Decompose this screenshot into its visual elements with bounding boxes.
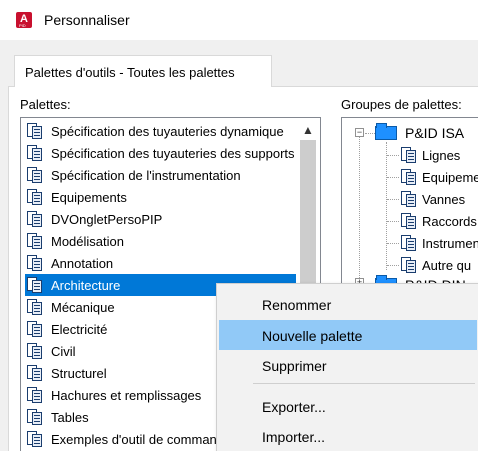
folder-icon xyxy=(375,123,397,140)
tree-connector xyxy=(359,132,360,282)
tool-palette-icon xyxy=(25,276,45,294)
palette-list-item[interactable]: DVOngletPersoPIP xyxy=(25,208,296,230)
palette-name: Spécification de l'instrumentation xyxy=(51,167,241,183)
palette-name: DVOngletPersoPIP xyxy=(51,211,163,227)
tree-palette-item[interactable]: Raccords xyxy=(422,214,477,229)
tab-tool-palettes[interactable]: Palettes d'outils - Toutes les palettes xyxy=(14,55,272,87)
menu-item-import[interactable]: Importer... xyxy=(219,421,477,451)
tree-palette-item[interactable]: Equipements xyxy=(422,170,478,185)
palette-name: Exemples d'outil de commande xyxy=(51,431,232,447)
tool-palette-icon xyxy=(25,144,45,162)
palette-list-item[interactable]: Equipements xyxy=(25,186,296,208)
tool-palette-icon xyxy=(399,256,419,274)
tree-palette-item[interactable]: Instruments xyxy=(422,236,478,251)
tool-palette-icon xyxy=(25,386,45,404)
tree-palette-item[interactable]: Lignes xyxy=(422,148,460,163)
menu-item-export[interactable]: Exporter... xyxy=(219,391,477,421)
palette-name: Equipements xyxy=(51,189,127,205)
palettes-label: Palettes: xyxy=(20,97,71,112)
tool-palette-icon xyxy=(25,122,45,140)
menu-item-delete[interactable]: Supprimer xyxy=(219,350,477,380)
palette-name: Electricité xyxy=(51,321,108,337)
palette-list-item[interactable]: Spécification des tuyauteries dynamique xyxy=(25,120,296,142)
tool-palette-icon xyxy=(399,212,419,230)
palette-name: Modélisation xyxy=(51,233,124,249)
tree-connector xyxy=(387,155,399,156)
tool-palette-icon xyxy=(399,168,419,186)
menu-item-new-palette[interactable]: Nouvelle palette xyxy=(219,320,477,350)
tree-connector xyxy=(365,133,375,134)
menu-item-rename[interactable]: Renommer xyxy=(219,289,477,319)
palette-list-item[interactable]: Annotation xyxy=(25,252,296,274)
palette-name: Hachures et remplissages xyxy=(51,387,202,403)
palette-list-item[interactable]: Spécification des tuyauteries des suppor… xyxy=(25,142,296,164)
palette-name: Architecture xyxy=(51,277,121,293)
tree-connector xyxy=(387,177,399,178)
scroll-up-arrow-icon[interactable]: ▲ xyxy=(299,122,317,138)
collapse-toggle-icon[interactable]: − xyxy=(355,128,364,137)
palette-name: Spécification des tuyauteries des suppor… xyxy=(51,145,295,161)
tool-palette-icon xyxy=(25,342,45,360)
tab-label: Palettes d'outils - Toutes les palettes xyxy=(25,65,235,80)
palette-groups-label: Groupes de palettes: xyxy=(341,97,462,112)
tree-group-pid-isa[interactable]: P&ID ISA xyxy=(405,125,464,141)
tool-palette-icon xyxy=(25,364,45,382)
autocad-app-icon: A PID xyxy=(16,12,32,28)
tool-palette-icon xyxy=(25,408,45,426)
palette-name: Civil xyxy=(51,343,76,359)
palette-name: Mécanique xyxy=(51,299,115,315)
tree-connector xyxy=(387,199,399,200)
tree-palette-item[interactable]: Autre qu xyxy=(422,258,471,273)
menu-separator xyxy=(253,383,475,384)
tool-palette-icon xyxy=(25,430,45,448)
palette-name: Structurel xyxy=(51,365,107,381)
tree-connector xyxy=(387,221,399,222)
tool-palette-icon xyxy=(25,320,45,338)
tree-connector xyxy=(387,265,399,266)
palette-name: Tables xyxy=(51,409,89,425)
tool-palette-icon xyxy=(25,298,45,316)
tree-palette-item[interactable]: Vannes xyxy=(422,192,465,207)
app-icon-sub: PID xyxy=(19,23,26,28)
scrollbar-thumb[interactable] xyxy=(300,140,316,288)
tool-palette-icon xyxy=(399,146,419,164)
palette-list-item[interactable]: Spécification de l'instrumentation xyxy=(25,164,296,186)
tool-palette-icon xyxy=(399,190,419,208)
title-bar: A PID Personnaliser xyxy=(0,0,478,40)
tool-palette-icon xyxy=(25,254,45,272)
tool-palette-icon xyxy=(25,166,45,184)
tool-palette-icon xyxy=(25,210,45,228)
tree-connector xyxy=(387,243,399,244)
context-menu: Renommer Nouvelle palette Supprimer Expo… xyxy=(216,283,478,451)
palette-list-item[interactable]: Modélisation xyxy=(25,230,296,252)
tool-palette-icon xyxy=(25,188,45,206)
tree-connector xyxy=(386,142,387,270)
window-title: Personnaliser xyxy=(44,12,130,28)
tool-palette-icon xyxy=(25,232,45,250)
palette-name: Spécification des tuyauteries dynamique xyxy=(51,123,284,139)
tool-palette-icon xyxy=(399,234,419,252)
palette-name: Annotation xyxy=(51,255,114,271)
